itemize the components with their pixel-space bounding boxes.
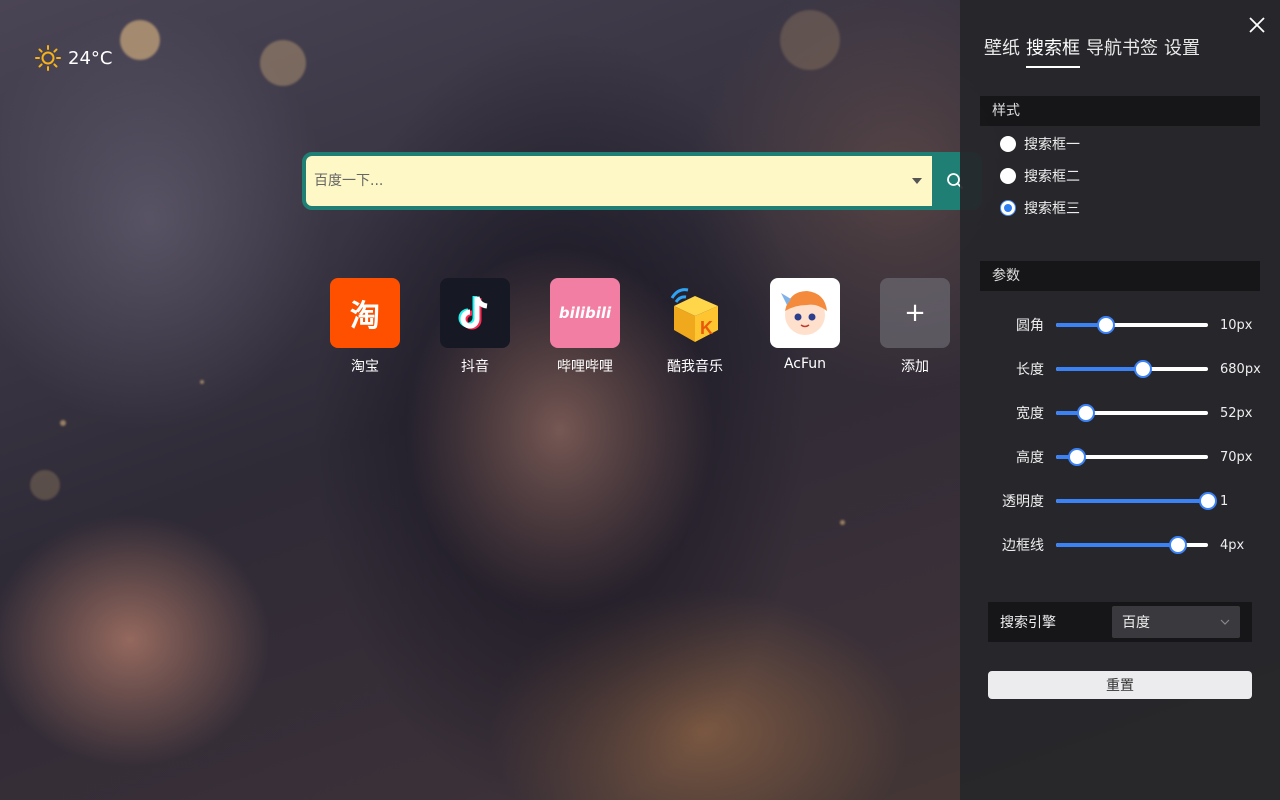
slider-border: 边框线 4px bbox=[980, 533, 1280, 557]
radio-label: 搜索框三 bbox=[1024, 201, 1080, 217]
bookmark-douyin[interactable]: 抖音 bbox=[440, 278, 510, 376]
kuwo-box-icon: K bbox=[670, 288, 718, 342]
style-option-1[interactable]: 搜索框一 bbox=[1000, 134, 1080, 154]
bookmark-acfun[interactable]: AcFun bbox=[770, 278, 840, 376]
chevron-down-icon bbox=[1220, 619, 1230, 625]
slider-handle[interactable] bbox=[1133, 360, 1152, 378]
slider-track[interactable] bbox=[1056, 404, 1208, 422]
sun-icon bbox=[35, 45, 61, 71]
bookmark-label: 淘宝 bbox=[351, 359, 379, 375]
bookmark-label: 抖音 bbox=[461, 359, 489, 375]
settings-panel: 壁纸 搜索框 导航书签 设置 样式 搜索框一 搜索框二 搜索框三 参数 圆角 1… bbox=[960, 0, 1280, 800]
bookmark-add[interactable]: + 添加 bbox=[880, 278, 950, 376]
slider-label: 长度 bbox=[1016, 362, 1044, 378]
search-engine-row: 搜索引擎 百度 bbox=[988, 602, 1252, 642]
slider-corner-radius: 圆角 10px bbox=[980, 313, 1280, 337]
params-section-header: 参数 bbox=[980, 261, 1260, 291]
weather-widget[interactable]: 24°C bbox=[34, 44, 112, 72]
slider-height: 高度 70px bbox=[980, 445, 1280, 469]
slider-value: 10px bbox=[1220, 317, 1253, 333]
plus-glyph: + bbox=[904, 298, 926, 328]
slider-label: 圆角 bbox=[1016, 318, 1044, 334]
kuwo-icon: K bbox=[660, 278, 730, 348]
taobao-icon: 淘 bbox=[330, 278, 400, 348]
slider-track[interactable] bbox=[1056, 316, 1208, 334]
douyin-icon bbox=[440, 278, 510, 348]
slider-fill bbox=[1056, 367, 1143, 371]
radio-label: 搜索框一 bbox=[1024, 137, 1080, 153]
slider-track[interactable] bbox=[1056, 360, 1208, 378]
radio-label: 搜索框二 bbox=[1024, 169, 1080, 185]
close-icon[interactable] bbox=[1246, 14, 1268, 36]
bilibili-logo-text: bilibili bbox=[558, 304, 612, 322]
tab-nav-bookmarks[interactable]: 导航书签 bbox=[1086, 34, 1158, 68]
slider-label: 高度 bbox=[1016, 450, 1044, 466]
slider-label: 宽度 bbox=[1016, 406, 1044, 422]
caret-down-icon bbox=[912, 178, 922, 184]
slider-track[interactable] bbox=[1056, 448, 1208, 466]
search-box bbox=[302, 152, 982, 210]
style-option-3[interactable]: 搜索框三 bbox=[1000, 198, 1080, 218]
style-option-2[interactable]: 搜索框二 bbox=[1000, 166, 1080, 186]
search-engine-value: 百度 bbox=[1122, 615, 1150, 631]
bookmark-label: AcFun bbox=[783, 356, 827, 372]
slider-length: 长度 680px bbox=[980, 357, 1280, 381]
slider-fill bbox=[1056, 543, 1178, 547]
slider-handle[interactable] bbox=[1077, 404, 1096, 422]
bookmark-taobao[interactable]: 淘 淘宝 bbox=[330, 278, 400, 376]
slider-value: 4px bbox=[1220, 537, 1245, 553]
search-engine-select[interactable]: 百度 bbox=[1112, 606, 1240, 638]
radio-button[interactable] bbox=[1000, 136, 1016, 152]
panel-tabs: 壁纸 搜索框 导航书签 设置 bbox=[984, 34, 1200, 68]
search-input[interactable] bbox=[306, 156, 902, 206]
slider-opacity: 透明度 1 bbox=[980, 489, 1280, 513]
slider-handle[interactable] bbox=[1199, 492, 1217, 510]
douyin-logo bbox=[458, 296, 488, 330]
slider-track[interactable] bbox=[1056, 536, 1208, 554]
slider-track[interactable] bbox=[1056, 492, 1217, 510]
tab-settings[interactable]: 设置 bbox=[1164, 34, 1200, 68]
slider-label: 边框线 bbox=[1002, 538, 1044, 554]
acfun-mascot-icon bbox=[770, 278, 840, 348]
bookmark-label: 哔哩哔哩 bbox=[557, 359, 613, 375]
bookmark-bilibili[interactable]: bilibili 哔哩哔哩 bbox=[550, 278, 620, 376]
bookmark-grid: 淘 淘宝 抖音 bilibili 哔哩哔哩 K 酷我音乐 AcFun + 添加 bbox=[330, 278, 950, 376]
bilibili-icon: bilibili bbox=[550, 278, 620, 348]
add-icon: + bbox=[880, 278, 950, 348]
temperature: 24°C bbox=[68, 47, 113, 69]
bookmark-kuwo[interactable]: K 酷我音乐 bbox=[660, 278, 730, 376]
style-section-header: 样式 bbox=[980, 96, 1260, 126]
radio-button[interactable] bbox=[1000, 168, 1016, 184]
slider-value: 680px bbox=[1220, 361, 1261, 377]
radio-button-selected[interactable] bbox=[1000, 200, 1016, 216]
slider-value: 52px bbox=[1220, 405, 1253, 421]
slider-label: 透明度 bbox=[1002, 494, 1044, 510]
slider-value: 1 bbox=[1220, 493, 1229, 509]
slider-width: 宽度 52px bbox=[980, 401, 1280, 425]
kuwo-k-glyph: K bbox=[700, 318, 713, 338]
tab-wallpaper[interactable]: 壁纸 bbox=[984, 34, 1020, 68]
tab-search-box[interactable]: 搜索框 bbox=[1026, 34, 1080, 68]
slider-value: 70px bbox=[1220, 449, 1253, 465]
search-engine-label: 搜索引擎 bbox=[1000, 615, 1056, 631]
slider-fill bbox=[1056, 499, 1208, 503]
bookmark-label: 添加 bbox=[901, 359, 929, 375]
acfun-mascot bbox=[781, 291, 827, 335]
slider-handle[interactable] bbox=[1168, 536, 1187, 554]
reset-button[interactable]: 重置 bbox=[988, 671, 1252, 699]
engine-dropdown-toggle[interactable] bbox=[902, 156, 932, 206]
bookmark-label: 酷我音乐 bbox=[667, 359, 723, 375]
taobao-logo-text: 淘 bbox=[350, 299, 380, 334]
slider-handle[interactable] bbox=[1097, 316, 1116, 334]
slider-handle[interactable] bbox=[1068, 448, 1087, 466]
